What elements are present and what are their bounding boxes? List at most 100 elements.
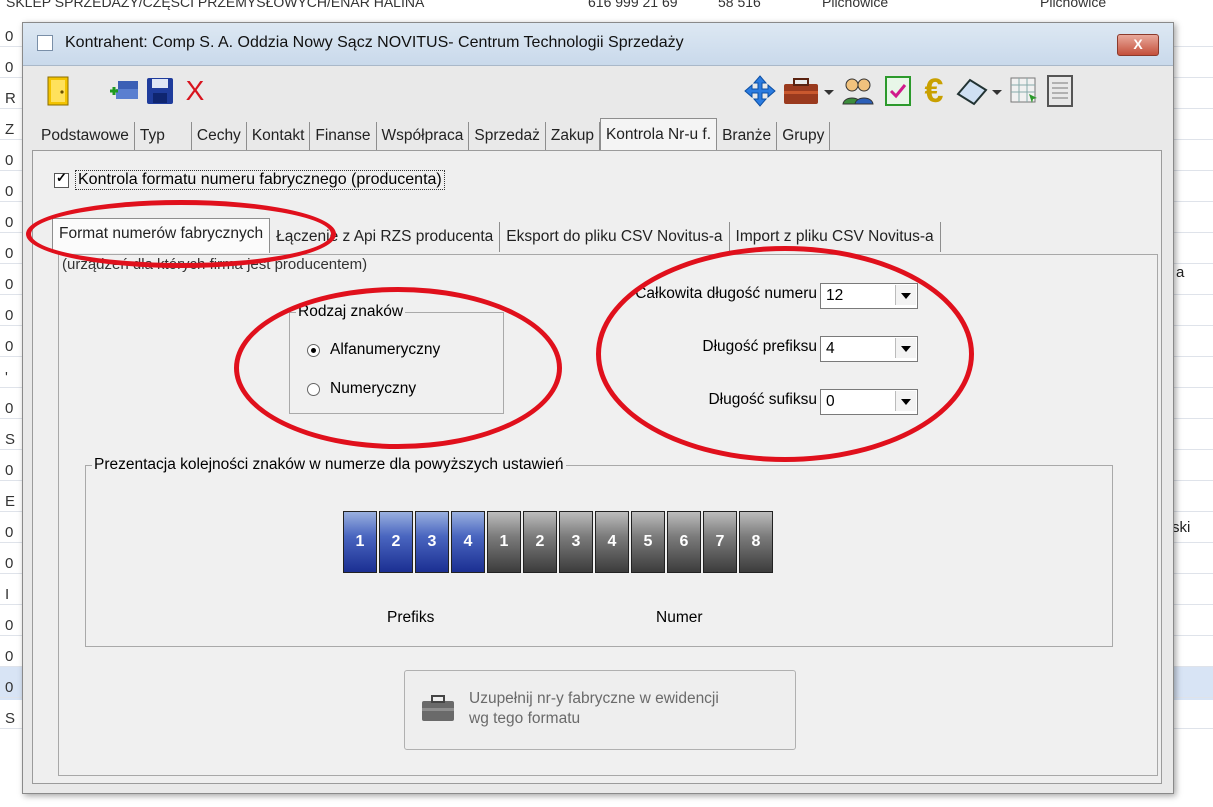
background-cell-char: 0	[5, 462, 14, 479]
number-caption: Numer	[656, 609, 703, 626]
chevron-down-icon[interactable]	[895, 338, 916, 358]
number-digit-box: 5	[631, 511, 665, 573]
tab-grupy[interactable]: Grupy	[777, 122, 831, 152]
background-cell-char: 0	[5, 400, 14, 417]
total-length-select[interactable]: 12	[820, 283, 918, 309]
prefix-digit-box: 4	[451, 511, 485, 573]
tab-typ[interactable]: Typ	[135, 122, 192, 152]
background-cell-char: E	[5, 493, 16, 510]
prefix-digit-box: 3	[415, 511, 449, 573]
move-icon[interactable]	[743, 74, 777, 108]
tab-sprzedaz[interactable]: Sprzedaż	[469, 122, 546, 152]
exit-door-icon[interactable]	[41, 74, 75, 108]
prefix-digit-box: 1	[343, 511, 377, 573]
tab-podstawowe[interactable]: Podstawowe	[36, 122, 135, 152]
radio-numeric[interactable]: Numeryczny	[307, 380, 416, 398]
total-length-label: Całkowita długość numeru	[635, 285, 817, 302]
radio-label: Alfanumeryczny	[330, 341, 441, 358]
prefix-digit-box: 2	[379, 511, 413, 573]
title-bar: Kontrahent: Comp S. A. Oddzia Nowy Sącz …	[23, 23, 1173, 66]
background-cell-char: '	[5, 369, 8, 386]
save-icon[interactable]	[143, 74, 177, 108]
background-cell-char: 0	[5, 679, 14, 696]
background-cell-char: 0	[5, 152, 14, 169]
document-icon[interactable]	[1043, 74, 1077, 108]
close-button[interactable]: X	[1117, 34, 1159, 56]
subtab-export[interactable]: Eksport do pliku CSV Novitus-a	[500, 222, 730, 252]
add-contractor-icon[interactable]	[107, 74, 141, 108]
background-cell-char: 0	[5, 648, 14, 665]
table-icon[interactable]	[1007, 74, 1041, 108]
tab-wspolpraca[interactable]: Współpraca	[377, 122, 470, 152]
prefix-length-label: Długość prefiksu	[702, 338, 817, 355]
main-tabs: Podstawowe Typ Cechy Kontakt Finanse Współpra…	[36, 118, 831, 157]
checklist-icon[interactable]	[881, 74, 915, 108]
radio-alphanumeric[interactable]: Alfanumeryczny	[307, 341, 440, 359]
char-type-group: Rodzaj znaków	[289, 303, 504, 414]
producer-note: (urządzeń dla których firma jest produce…	[62, 256, 368, 273]
background-cell-char: 0	[5, 276, 14, 293]
window-title: Kontrahent: Comp S. A. Oddzia Nowy Sącz …	[65, 34, 684, 51]
radio-button[interactable]	[307, 382, 320, 396]
serial-control-checkbox[interactable]: Kontrola formatu numeru fabrycznego (pro…	[54, 170, 445, 190]
tab-cechy[interactable]: Cechy	[192, 122, 247, 152]
background-cell-char: 0	[5, 524, 14, 541]
background-cell-fragment: a	[1176, 264, 1185, 281]
background-cell-char: 0	[5, 28, 14, 45]
chevron-down-icon[interactable]	[895, 285, 916, 305]
background-cell-char: 0	[5, 245, 14, 262]
suffix-length-label: Długość sufiksu	[708, 391, 817, 408]
number-digit-box: 1	[487, 511, 521, 573]
number-digit-box: 7	[703, 511, 737, 573]
tab-kontakt[interactable]: Kontakt	[247, 122, 311, 152]
background-cell-fragment: ski	[1172, 519, 1191, 536]
background-cell-char: 0	[5, 59, 14, 76]
radio-label: Numeryczny	[330, 380, 417, 397]
background-cell-char: I	[5, 586, 10, 603]
presentation-title: Prezentacja kolejności znaków w numerze …	[92, 456, 566, 474]
background-cell-char: 0	[5, 214, 14, 231]
fill-button-line1: Uzupełnij nr-y fabryczne w ewidencji	[469, 690, 719, 707]
background-cell-char: S	[5, 710, 16, 727]
eraser-icon[interactable]	[955, 74, 1003, 108]
prefix-length-select[interactable]: 4	[820, 336, 918, 362]
background-cell-char: S	[5, 431, 16, 448]
suffix-length-select[interactable]: 0	[820, 389, 918, 415]
window-icon	[37, 35, 53, 51]
euro-icon[interactable]: €	[917, 72, 951, 110]
radio-button[interactable]	[307, 343, 320, 357]
background-cell-char: 0	[5, 555, 14, 572]
briefcase-icon	[421, 693, 455, 727]
people-icon[interactable]	[841, 74, 875, 108]
background-top-row: SKLEP SPRZEDAŻY/CZĘŚCI PRZEMYSŁOWYCH/ENA…	[6, 0, 1107, 10]
chevron-down-icon[interactable]	[895, 391, 916, 411]
background-cell-char: 0	[5, 183, 14, 200]
tab-branze[interactable]: Branże	[717, 122, 778, 152]
number-digit-box: 8	[739, 511, 773, 573]
prefix-caption: Prefiks	[387, 609, 435, 626]
serial-control-label: Kontrola formatu numeru fabrycznego (pro…	[75, 170, 445, 190]
background-cell-char: 0	[5, 338, 14, 355]
char-type-title: Rodzaj znaków	[296, 303, 406, 321]
briefcase-icon[interactable]	[781, 74, 837, 108]
cancel-icon[interactable]: X	[178, 74, 212, 108]
digit-boxes: 1 2 3 4 1 2 3 4 5 6 7 8	[343, 511, 775, 573]
subtab-import[interactable]: Import z pliku CSV Novitus-a	[730, 222, 941, 252]
sub-tabs: Format numerów fabrycznych Łączenie z Api…	[52, 218, 941, 253]
tab-finanse[interactable]: Finanse	[310, 122, 377, 152]
number-digit-box: 6	[667, 511, 701, 573]
subtab-api[interactable]: Łączenie z Api RZS producenta	[270, 222, 501, 252]
background-cell-char: Z	[5, 121, 15, 138]
number-digit-box: 2	[523, 511, 557, 573]
fill-button-line2: wg tego formatu	[469, 710, 581, 727]
subtab-format[interactable]: Format numerów fabrycznych	[52, 218, 271, 253]
background-cell-char: R	[5, 90, 16, 107]
number-digit-box: 3	[559, 511, 593, 573]
checkbox[interactable]	[54, 170, 69, 188]
background-cell-char: 0	[5, 307, 14, 324]
toolbar: X €	[23, 66, 1173, 118]
background-cell-char: 0	[5, 617, 14, 634]
number-digit-box: 4	[595, 511, 629, 573]
tab-zakup[interactable]: Zakup	[546, 122, 600, 152]
fill-serial-numbers-button[interactable]: Uzupełnij nr-y fabryczne w ewidencji wg …	[404, 670, 796, 750]
